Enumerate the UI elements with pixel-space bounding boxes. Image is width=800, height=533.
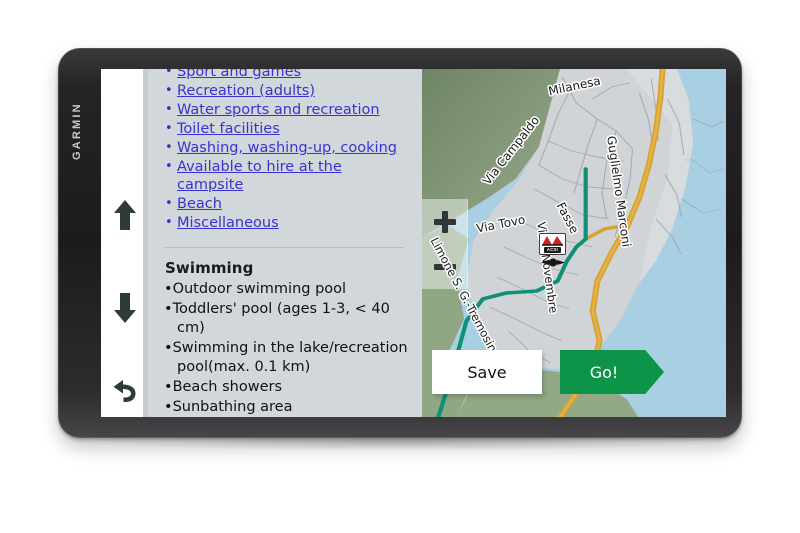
amenity-link-label: Washing, washing-up, cooking — [177, 140, 397, 156]
go-button-label: Go! — [589, 362, 619, 382]
list-item: Toddlers' pool (ages 1-3, < 40 cm) — [164, 300, 408, 338]
amenity-link-label: Toilet facilities — [177, 121, 280, 137]
amenity-link-label: Sport and games — [177, 69, 302, 80]
save-button-label: Save — [467, 362, 507, 382]
amenity-link-label: Recreation (adults) — [177, 83, 316, 99]
back-button[interactable] — [101, 365, 148, 417]
info-scroll-content: Sport and games Recreation (adults) Wate… — [164, 69, 408, 417]
scroll-up-button[interactable] — [101, 189, 148, 241]
section-heading: Swimming — [165, 259, 254, 277]
campsite-poi-marker[interactable]: ACSI — [539, 233, 566, 255]
map-zoom-controls — [422, 199, 468, 289]
amenity-link-label: Water sports and recreation — [177, 102, 380, 118]
list-item: Outdoor swimming pool — [164, 280, 408, 299]
garmin-brand-logo: GARMIN — [71, 102, 83, 160]
arrow-down-icon — [113, 293, 136, 323]
arrow-up-icon — [113, 200, 136, 230]
vehicle-position-marker — [541, 258, 565, 267]
list-item[interactable]: Toilet facilities — [164, 120, 408, 138]
amenity-link-label: Available to hire at the campsite — [177, 159, 342, 193]
scroll-down-button[interactable] — [101, 282, 148, 334]
list-item: Sunbathing area — [164, 398, 408, 417]
amenity-link-label: Miscellaneous — [177, 215, 279, 231]
amenity-link-label: Beach — [177, 196, 222, 212]
swimming-feature-list: Outdoor swimming pool Toddlers' pool (ag… — [164, 280, 408, 417]
section-divider — [165, 247, 404, 248]
campsite-info-panel[interactable]: Sport and games Recreation (adults) Wate… — [148, 69, 422, 417]
go-button[interactable]: Go! — [560, 350, 664, 394]
minus-icon — [433, 263, 456, 270]
device-screen: Sport and games Recreation (adults) Wate… — [101, 69, 726, 417]
zoom-in-button[interactable] — [422, 199, 467, 244]
list-item[interactable]: Beach — [164, 195, 408, 213]
amenity-link-list: Sport and games Recreation (adults) Wate… — [164, 69, 408, 232]
list-item: Swimming in the lake/recreation pool(max… — [164, 339, 408, 377]
back-arrow-icon — [113, 380, 135, 402]
garmin-device-shell: GARMIN • Sport and games • Recreation (a… — [58, 48, 742, 438]
list-item: Beach showers — [164, 378, 408, 397]
control-rail — [101, 69, 148, 417]
acsi-badge: ACSI — [543, 246, 562, 253]
save-button[interactable]: Save — [432, 350, 542, 394]
list-item[interactable]: Available to hire at the campsite — [164, 158, 408, 194]
zoom-out-button[interactable] — [422, 244, 467, 289]
list-item[interactable]: Recreation (adults) — [164, 82, 408, 100]
map-panel[interactable]: Milanesa Via Campaldo Guglielmo Marconi … — [422, 69, 726, 417]
list-item[interactable]: Water sports and recreation — [164, 101, 408, 119]
plus-icon — [433, 210, 456, 233]
list-item[interactable]: Miscellaneous — [164, 214, 408, 232]
tent-icon — [541, 235, 564, 246]
list-item[interactable]: Sport and games — [164, 69, 408, 81]
list-item[interactable]: Washing, washing-up, cooking — [164, 139, 408, 157]
